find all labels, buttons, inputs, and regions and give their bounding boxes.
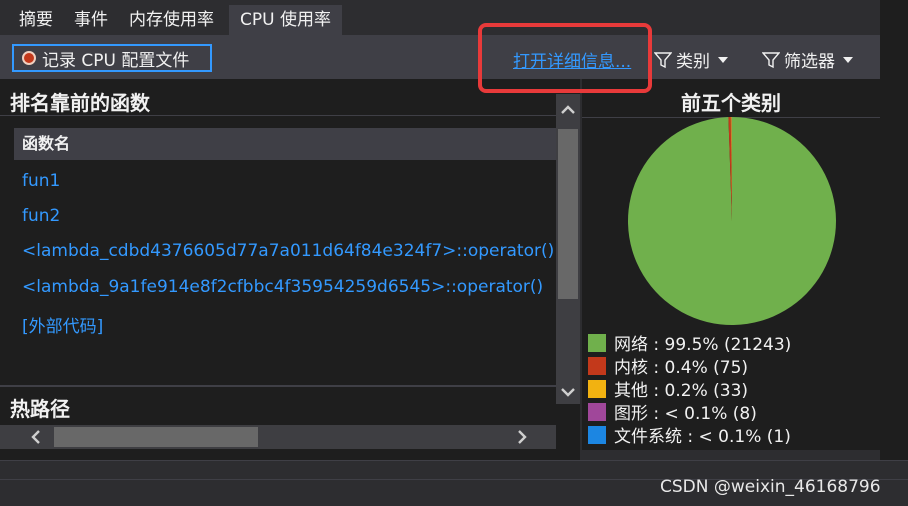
funnel-icon: [762, 51, 780, 68]
legend-swatch: [588, 425, 606, 444]
chevron-left-icon[interactable]: [28, 429, 44, 445]
top-functions-title: 排名靠前的函数: [10, 91, 150, 115]
functions-table: 函数名 fun1 fun2 <lambda_cdbd4376605d77a7a0…: [0, 115, 556, 385]
legend-label: 文件系统 : < 0.1% (1): [614, 427, 791, 447]
bottom-bar: CSDN @weixin_46168796: [0, 460, 908, 506]
chevron-right-icon[interactable]: [514, 429, 530, 445]
filter-dropdown[interactable]: 筛选器: [762, 47, 853, 72]
tab-strip: 摘要 事件 内存使用率 CPU 使用率: [0, 0, 880, 35]
legend-item: 网络 : 99.5% (21243): [588, 331, 792, 355]
highlight-annotation: [478, 23, 652, 93]
function-name-column-header[interactable]: 函数名: [14, 128, 556, 160]
funnel-icon: [654, 51, 672, 68]
watermark: CSDN @weixin_46168796: [660, 477, 881, 497]
record-icon: [22, 51, 36, 65]
filter-label: 筛选器: [784, 52, 835, 72]
hot-path-section: 热路径: [0, 385, 556, 429]
legend-label: 其他 : 0.2% (33): [614, 381, 749, 401]
tab-cpu-usage[interactable]: CPU 使用率: [229, 5, 342, 35]
legend-item: 文件系统 : < 0.1% (1): [588, 423, 791, 447]
tab-memory-usage[interactable]: 内存使用率: [123, 5, 220, 35]
table-row[interactable]: fun1: [22, 171, 60, 191]
chevron-up-icon[interactable]: [560, 102, 576, 118]
legend-swatch: [588, 333, 606, 352]
table-row[interactable]: fun2: [22, 206, 60, 226]
tab-summary[interactable]: 摘要: [13, 5, 59, 35]
chevron-down-icon: [718, 56, 728, 63]
top-categories-panel: 前五个类别 网络 : 99.5% (21243) 内核 : 0.4% (75) …: [582, 79, 880, 450]
horizontal-scroll-thumb[interactable]: [54, 427, 258, 447]
vertical-scroll-thumb[interactable]: [558, 129, 578, 299]
horizontal-scrollbar[interactable]: [0, 425, 556, 449]
cpu-usage-window: 摘要 事件 内存使用率 CPU 使用率 记录 CPU 配置文件 打开详细信息..…: [0, 0, 908, 506]
legend-swatch: [588, 356, 606, 375]
legend-label: 网络 : 99.5% (21243): [614, 335, 792, 355]
legend-item: 内核 : 0.4% (75): [588, 354, 791, 378]
category-dropdown[interactable]: 类别: [654, 47, 728, 72]
legend-swatch: [588, 402, 606, 421]
chevron-down-icon[interactable]: [560, 384, 576, 400]
legend-item: 其他 : 0.2% (33): [588, 377, 791, 401]
table-row[interactable]: [外部代码]: [22, 312, 103, 337]
record-cpu-profile-label: 记录 CPU 配置文件: [42, 50, 190, 71]
table-row[interactable]: <lambda_cdbd4376605d77a7a011d64f84e324f7…: [22, 241, 554, 261]
legend-swatch: [588, 379, 606, 398]
functions-vertical-scrollbar[interactable]: [556, 94, 580, 404]
hot-path-title: 热路径: [10, 397, 70, 421]
category-label: 类别: [676, 52, 710, 72]
category-pie-chart: [627, 117, 836, 325]
chevron-down-icon: [843, 56, 853, 63]
pie-legend: 网络 : 99.5% (21243) 内核 : 0.4% (75) 其他 : 0…: [588, 331, 792, 447]
legend-label: 内核 : 0.4% (75): [614, 358, 749, 378]
legend-label: 图形 : < 0.1% (8): [614, 404, 757, 424]
legend-item: 图形 : < 0.1% (8): [588, 400, 791, 424]
top-functions-panel: 排名靠前的函数 函数名 fun1 fun2 <lambda_cdbd437660…: [0, 79, 580, 460]
table-row[interactable]: <lambda_9a1fe914e8f2cfbbc4f35954259d6545…: [22, 277, 543, 297]
record-cpu-profile-button[interactable]: 记录 CPU 配置文件: [12, 44, 212, 72]
outer-scrollbar[interactable]: [880, 0, 908, 460]
tab-events[interactable]: 事件: [68, 5, 114, 35]
toolbar: 记录 CPU 配置文件 打开详细信息... 类别 筛选器: [0, 35, 880, 79]
